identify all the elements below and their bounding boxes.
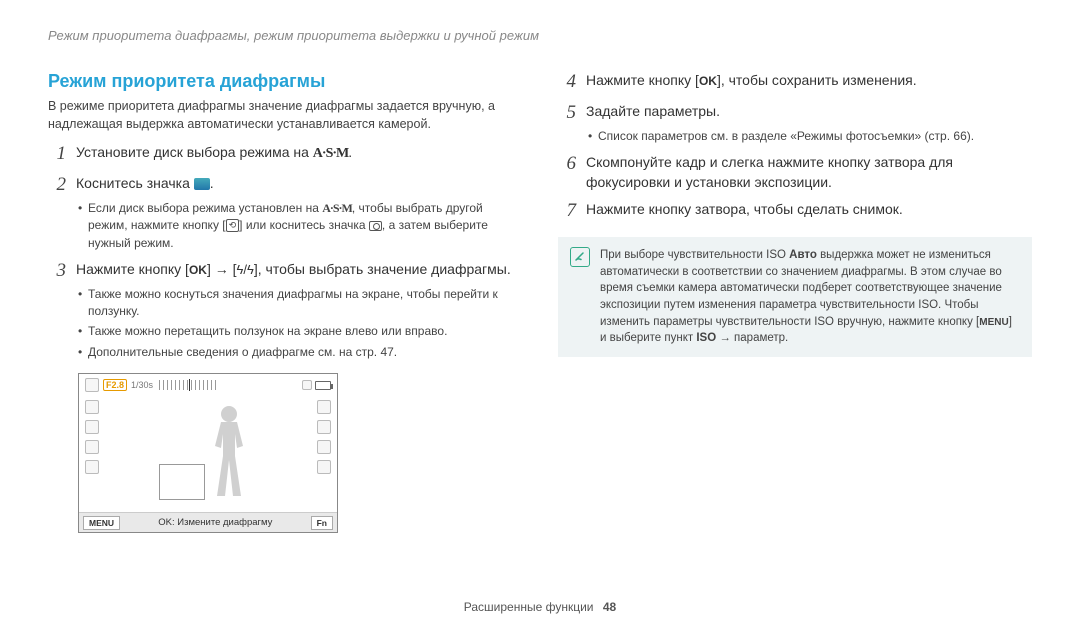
step-text: . [210,175,214,191]
lcd-topbar: F2.8 1/30s [85,378,331,392]
lcd-side-icon [85,400,99,414]
step-text: . [348,144,352,160]
step-6: 6 Скомпонуйте кадр и слегка нажмите кноп… [558,153,1032,192]
step-number: 1 [48,143,66,166]
step-body: Нажмите кнопку затвора, чтобы сделать сн… [586,200,903,220]
step-3-sub1: Также можно коснуться значения диафрагмы… [78,286,522,321]
running-header: Режим приоритета диафрагмы, режим приори… [48,28,1032,43]
note-bold: Авто [789,249,817,261]
step-text: ], чтобы выбрать значение диафрагмы. [254,261,511,277]
flash-down-icon: ϟ [247,262,254,277]
step-body: Задайте параметры. [586,102,720,122]
topbar-icon [85,378,99,392]
flash-up-icon: ϟ/ [237,262,248,277]
lcd-bottombar: MENU OK: Измените диафрагму Fn [79,512,337,532]
step-3: 3 Нажмите кнопку [OK] → [ϟ/ϟ], чтобы выб… [48,260,522,283]
step-3-sub2: Также можно перетащить ползунок на экран… [78,323,522,340]
step-body: Коснитесь значка . [76,174,214,194]
back-button-icon: ⟲ [226,219,240,232]
substep-text: ] или коснитесь значка [239,218,369,232]
lcd-side-icon [317,440,331,454]
lcd-side-icon [317,400,331,414]
mode-badge-icon [194,178,210,190]
camera-lcd: F2.8 1/30s [78,373,338,533]
step-1: 1 Установите диск выбора режима на A·S·M… [48,143,522,166]
lcd-hint-text: OK: Измените диафрагму [124,517,307,528]
menu-chip: MENU [83,516,120,530]
manual-page: Режим приоритета диафрагмы, режим приори… [0,0,1080,630]
section-title: Режим приоритета диафрагмы [48,71,522,92]
step-5: 5 Задайте параметры. [558,102,1032,125]
note-fragment: При выборе чувствительности ISO [600,249,789,261]
lcd-side-icon [317,420,331,434]
note-fragment: → параметр. [716,332,788,344]
step-number: 6 [558,153,576,176]
right-column: 4 Нажмите кнопку [OK], чтобы сохранить и… [558,71,1032,533]
step-7: 7 Нажмите кнопку затвора, чтобы сделать … [558,200,1032,223]
step-body: Скомпонуйте кадр и слегка нажмите кнопку… [586,153,1032,192]
asm-mode-icon: A·S·M [322,200,352,217]
page-footer: Расширенные функции 48 [0,600,1080,614]
fn-chip: Fn [311,516,333,530]
menu-button-icon: MENU [979,317,1008,328]
step-number: 3 [48,260,66,283]
camera-screen-illustration: F2.8 1/30s [78,373,338,533]
step-3-sub3: Дополнительные сведения о диафрагме см. … [78,344,522,361]
lcd-side-icon [85,420,99,434]
step-text: ], чтобы сохранить изменения. [717,72,917,88]
lcd-side-icon [85,440,99,454]
two-column-layout: Режим приоритета диафрагмы В режиме прио… [48,71,1032,533]
ok-button-icon: OK [189,263,207,277]
step-text: Коснитесь значка [76,175,194,191]
left-column: Режим приоритета диафрагмы В режиме прио… [48,71,522,533]
person-silhouette-icon [201,404,257,504]
step-2: 2 Коснитесь значка . [48,174,522,197]
aperture-readout: F2.8 [103,379,127,391]
step-number: 2 [48,174,66,197]
shutter-readout: 1/30s [131,380,153,390]
intro-paragraph: В режиме приоритета диафрагмы значение д… [48,98,522,133]
lcd-side-icon [85,460,99,474]
step-4: 4 Нажмите кнопку [OK], чтобы сохранить и… [558,71,1032,94]
camera-icon [369,221,382,231]
info-note: При выборе чувствительности ISO Авто выд… [558,237,1032,357]
step-5-sub: Список параметров см. в разделе «Режимы … [588,128,1032,145]
step-number: 7 [558,200,576,223]
page-number: 48 [603,600,616,614]
footer-label: Расширенные функции [464,600,594,614]
topbar-right [302,380,331,390]
step-text: Установите диск выбора режима на [76,144,313,160]
step-number: 5 [558,102,576,125]
substep-text: Если диск выбора режима установлен на [88,201,322,215]
status-icon [302,380,312,390]
af-frame-icon [159,464,205,500]
info-icon [570,247,590,267]
asm-mode-icon: A·S·M [313,144,348,164]
step-body: Установите диск выбора режима на A·S·M. [76,143,352,163]
step-text: Нажмите кнопку [ [586,72,699,88]
step-number: 4 [558,71,576,94]
note-text: При выборе чувствительности ISO Авто выд… [600,247,1020,347]
step-text: Нажмите кнопку [ [76,261,189,277]
exposure-scale-icon [159,380,219,390]
lcd-right-icons [317,400,331,474]
step-body: Нажмите кнопку [OK] → [ϟ/ϟ], чтобы выбра… [76,260,511,280]
lcd-side-icon [317,460,331,474]
step-text: ] → [ [207,261,237,277]
step-body: Нажмите кнопку [OK], чтобы сохранить изм… [586,71,917,91]
note-bold: ISO [696,332,716,344]
step-2-sub: Если диск выбора режима установлен на A·… [78,200,522,252]
ok-button-icon: OK [699,74,717,88]
lcd-left-icons [85,400,99,474]
battery-icon [315,381,331,390]
